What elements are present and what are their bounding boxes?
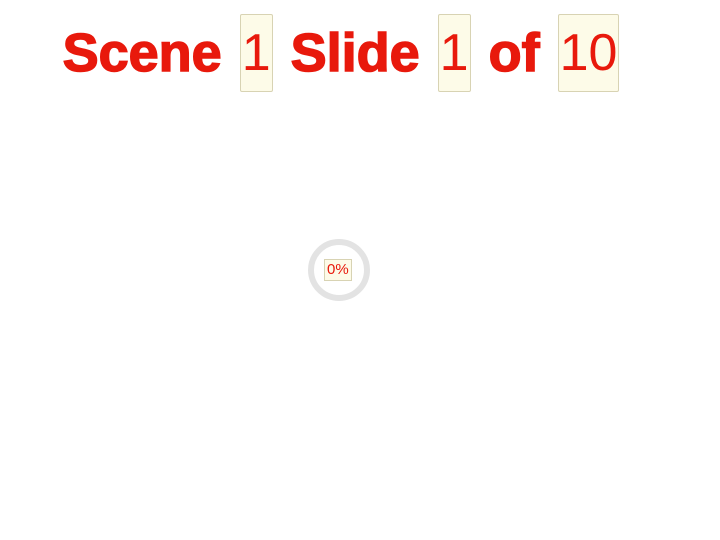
slide-number-field: 1: [437, 14, 471, 92]
loading-percent: 0%: [324, 259, 352, 281]
scene-label: Scene: [62, 22, 223, 84]
total-slides-field: 10: [557, 14, 620, 92]
loading-indicator: 0%: [307, 238, 371, 302]
slide-label: Slide: [290, 22, 421, 84]
scene-number-field: 1: [239, 14, 273, 92]
slide-heading: Scene 1 Slide 1 of 10: [0, 14, 700, 92]
of-label: of: [488, 22, 540, 84]
